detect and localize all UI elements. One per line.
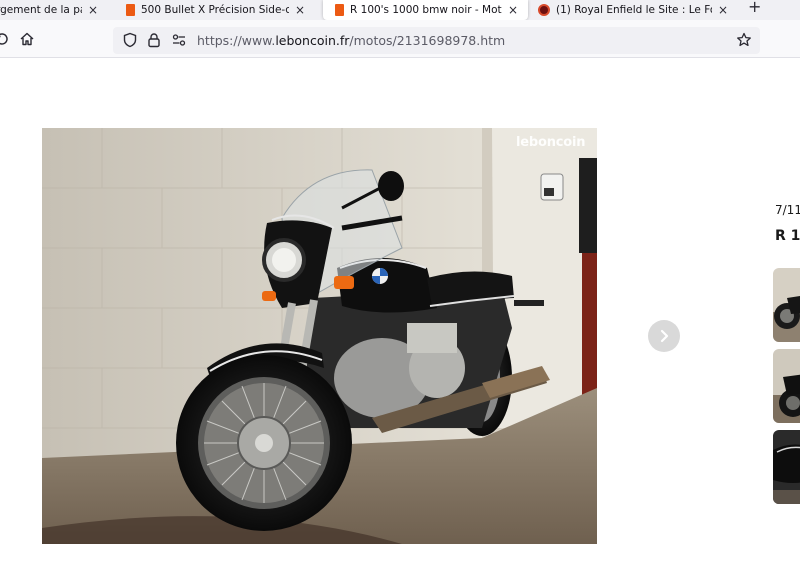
- tab-r100-bmw[interactable]: R 100's 1000 bmw noir - Motos ×: [323, 0, 528, 20]
- tab-close-icon[interactable]: ×: [88, 3, 98, 17]
- tab-royal-enfield[interactable]: (1) Royal Enfield le Site : Le Foru ×: [538, 0, 730, 20]
- tab-500-bullet[interactable]: 500 Bullet X Précision Side-cars ×: [126, 0, 314, 20]
- permissions-icon[interactable]: [171, 32, 187, 48]
- thumbnail-1[interactable]: [773, 268, 800, 342]
- reload-icon[interactable]: [0, 31, 10, 47]
- new-tab-button[interactable]: +: [748, 0, 761, 16]
- tab-close-icon[interactable]: ×: [295, 3, 305, 17]
- thumbnail-3[interactable]: [773, 430, 800, 504]
- royal-enfield-icon: [538, 4, 550, 16]
- tracking-shield-icon[interactable]: [122, 32, 138, 48]
- thumbnail-image: [773, 430, 800, 504]
- url-bar[interactable]: https://www.leboncoin.fr/motos/213169897…: [113, 27, 760, 54]
- tab-close-icon[interactable]: ×: [718, 3, 728, 17]
- url-path: /motos/2131698978.htm: [349, 33, 506, 48]
- tab-strip: rgement de la pag × 500 Bullet X Précisi…: [0, 0, 800, 20]
- tab-title: 500 Bullet X Précision Side-cars: [141, 4, 289, 16]
- next-photo-button[interactable]: [648, 320, 680, 352]
- thumbnail-2[interactable]: [773, 349, 800, 423]
- listing-main-photo[interactable]: leboncoin: [42, 128, 597, 544]
- thumbnail-image: [773, 268, 800, 342]
- chevron-right-icon: [660, 329, 669, 343]
- tab-title: (1) Royal Enfield le Site : Le Foru: [556, 4, 712, 16]
- tab-loading-page[interactable]: rgement de la pag ×: [0, 0, 108, 20]
- leboncoin-icon: [126, 4, 135, 16]
- tab-title: rgement de la pag: [0, 4, 82, 16]
- tab-title: R 100's 1000 bmw noir - Motos: [350, 4, 502, 16]
- tab-close-icon[interactable]: ×: [508, 3, 518, 17]
- home-icon[interactable]: [19, 31, 35, 47]
- url-domain: leboncoin.fr: [275, 33, 350, 48]
- url-text[interactable]: https://www.leboncoin.fr/motos/213169897…: [197, 33, 505, 48]
- listing-title: R 10: [775, 228, 800, 244]
- leboncoin-icon: [335, 4, 344, 16]
- thumbnail-image: [773, 349, 800, 423]
- lock-icon[interactable]: [146, 32, 162, 48]
- navigation-toolbar: https://www.leboncoin.fr/motos/213169897…: [0, 20, 800, 58]
- motorcycle-photo: [42, 128, 597, 544]
- leboncoin-watermark: leboncoin: [516, 135, 586, 150]
- photo-counter: 7/11: [775, 203, 800, 217]
- bookmark-star-icon[interactable]: [736, 32, 752, 48]
- url-scheme: https://www.: [197, 33, 276, 48]
